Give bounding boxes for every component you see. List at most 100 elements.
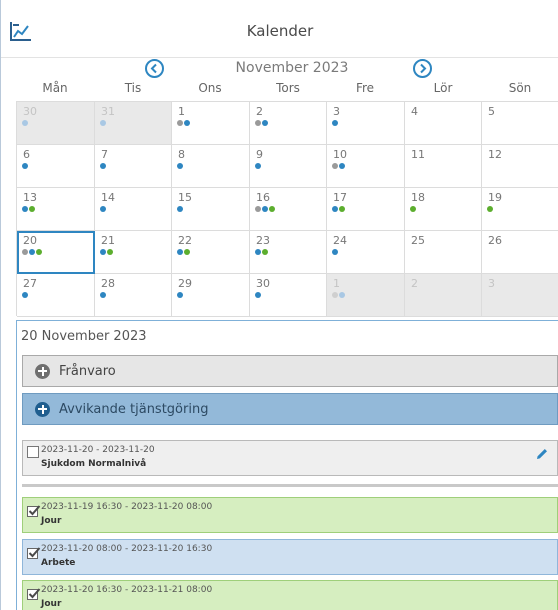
- event-indicators: [22, 249, 42, 256]
- calendar-day[interactable]: 13: [17, 188, 95, 231]
- day-number: 3: [333, 105, 340, 118]
- calendar-day[interactable]: 31: [95, 102, 172, 145]
- absence-entry[interactable]: 2023-11-20 - 2023-11-20 Sjukdom Normalni…: [22, 440, 558, 476]
- day-number: 10: [333, 148, 347, 161]
- event-dot: [100, 120, 106, 126]
- day-number: 1: [333, 277, 340, 290]
- event-dot: [177, 163, 183, 169]
- event-indicators: [177, 120, 190, 127]
- duty-entry[interactable]: 2023-11-19 16:30 - 2023-11-20 08:00 Jour: [22, 497, 558, 533]
- duty-entry[interactable]: 2023-11-20 16:30 - 2023-11-21 08:00 Jour: [22, 580, 558, 610]
- pencil-icon[interactable]: [535, 446, 549, 460]
- calendar-day[interactable]: 26: [482, 231, 558, 274]
- event-dot: [255, 249, 261, 255]
- event-dot: [339, 163, 345, 169]
- calendar-day[interactable]: 22: [172, 231, 250, 274]
- event-indicators: [177, 249, 190, 256]
- entry-checkbox[interactable]: [27, 446, 39, 458]
- calendar-day[interactable]: 30: [250, 274, 327, 317]
- calendar-day[interactable]: 15: [172, 188, 250, 231]
- calendar-day[interactable]: 24: [327, 231, 405, 274]
- event-dot: [36, 249, 42, 255]
- calendar-day[interactable]: 18: [405, 188, 482, 231]
- event-indicators: [332, 292, 345, 299]
- entry-type: Jour: [41, 599, 62, 609]
- event-indicators: [22, 292, 28, 299]
- event-indicators: [255, 163, 261, 170]
- event-dot: [332, 163, 338, 169]
- event-indicators: [22, 206, 35, 213]
- entries-divider: [22, 484, 558, 487]
- weekday-label: Ons: [198, 81, 222, 95]
- event-dot: [100, 292, 106, 298]
- calendar-day[interactable]: 28: [95, 274, 172, 317]
- day-number: 21: [101, 234, 115, 247]
- event-dot: [184, 249, 190, 255]
- calendar-day[interactable]: 1: [172, 102, 250, 145]
- event-dot: [100, 249, 106, 255]
- calendar-day[interactable]: 23: [250, 231, 327, 274]
- day-number: 13: [23, 191, 37, 204]
- calendar-day[interactable]: 27: [17, 274, 95, 317]
- event-dot: [255, 206, 261, 212]
- plus-circle-icon: [35, 401, 50, 417]
- calendar-day[interactable]: 10: [327, 145, 405, 188]
- calendar-day[interactable]: 30: [17, 102, 95, 145]
- duty-entry[interactable]: 2023-11-20 08:00 - 2023-11-20 16:30 Arbe…: [22, 539, 558, 575]
- entry-time-range: 2023-11-20 16:30 - 2023-11-21 08:00: [41, 585, 213, 595]
- calendar-day[interactable]: 5: [482, 102, 558, 145]
- calendar-day[interactable]: 14: [95, 188, 172, 231]
- calendar-day[interactable]: 12: [482, 145, 558, 188]
- calendar-day[interactable]: 16: [250, 188, 327, 231]
- day-number: 2: [256, 105, 263, 118]
- calendar-day[interactable]: 29: [172, 274, 250, 317]
- calendar-day[interactable]: 25: [405, 231, 482, 274]
- weekday-label: Lör: [433, 81, 453, 95]
- checked-checkbox-icon[interactable]: [27, 586, 41, 600]
- event-dot: [100, 206, 106, 212]
- checked-checkbox-icon[interactable]: [27, 503, 41, 517]
- calendar-day[interactable]: 8: [172, 145, 250, 188]
- calendar-grid: 30 31 1 2 3 4 5 6 7 8 9 10 11 12 13 14 15 16 17 18 19 20 21 22 2…: [16, 101, 558, 317]
- calendar-day-selected[interactable]: 20: [17, 231, 95, 274]
- event-indicators: [332, 163, 345, 170]
- event-dot: [487, 206, 493, 212]
- deviating-duty-section-toggle[interactable]: Avvikande tjänstgöring: [22, 393, 558, 425]
- event-dot: [107, 249, 113, 255]
- event-dot: [100, 163, 106, 169]
- event-dot: [22, 249, 28, 255]
- previous-month-button[interactable]: [145, 59, 164, 78]
- event-indicators: [177, 292, 183, 299]
- event-dot: [29, 206, 35, 212]
- calendar-day[interactable]: 1: [327, 274, 405, 317]
- entry-type: Jour: [41, 516, 62, 526]
- calendar-day[interactable]: 2: [250, 102, 327, 145]
- event-indicators: [255, 249, 268, 256]
- event-dot: [339, 292, 345, 298]
- calendar-day[interactable]: 11: [405, 145, 482, 188]
- day-number: 7: [101, 148, 108, 161]
- absence-section-toggle[interactable]: Frånvaro: [22, 355, 558, 387]
- calendar-day[interactable]: 7: [95, 145, 172, 188]
- plus-circle-icon: [35, 363, 50, 379]
- checked-checkbox-icon[interactable]: [27, 545, 41, 559]
- event-dot: [269, 206, 275, 212]
- event-indicators: [100, 120, 106, 127]
- next-month-button[interactable]: [413, 59, 432, 78]
- calendar-day[interactable]: 9: [250, 145, 327, 188]
- page-title: Kalender: [246, 22, 314, 40]
- calendar-day[interactable]: 3: [482, 274, 558, 317]
- calendar-day[interactable]: 17: [327, 188, 405, 231]
- event-indicators: [100, 163, 106, 170]
- calendar-day[interactable]: 19: [482, 188, 558, 231]
- calendar-day[interactable]: 2: [405, 274, 482, 317]
- calendar-day[interactable]: 21: [95, 231, 172, 274]
- day-number: 4: [411, 105, 418, 118]
- selected-date-label: 20 November 2023: [21, 329, 147, 344]
- calendar-day[interactable]: 4: [405, 102, 482, 145]
- chevron-right-icon: [420, 63, 427, 74]
- event-dot: [22, 206, 28, 212]
- day-number: 15: [178, 191, 192, 204]
- calendar-day[interactable]: 6: [17, 145, 95, 188]
- calendar-day[interactable]: 3: [327, 102, 405, 145]
